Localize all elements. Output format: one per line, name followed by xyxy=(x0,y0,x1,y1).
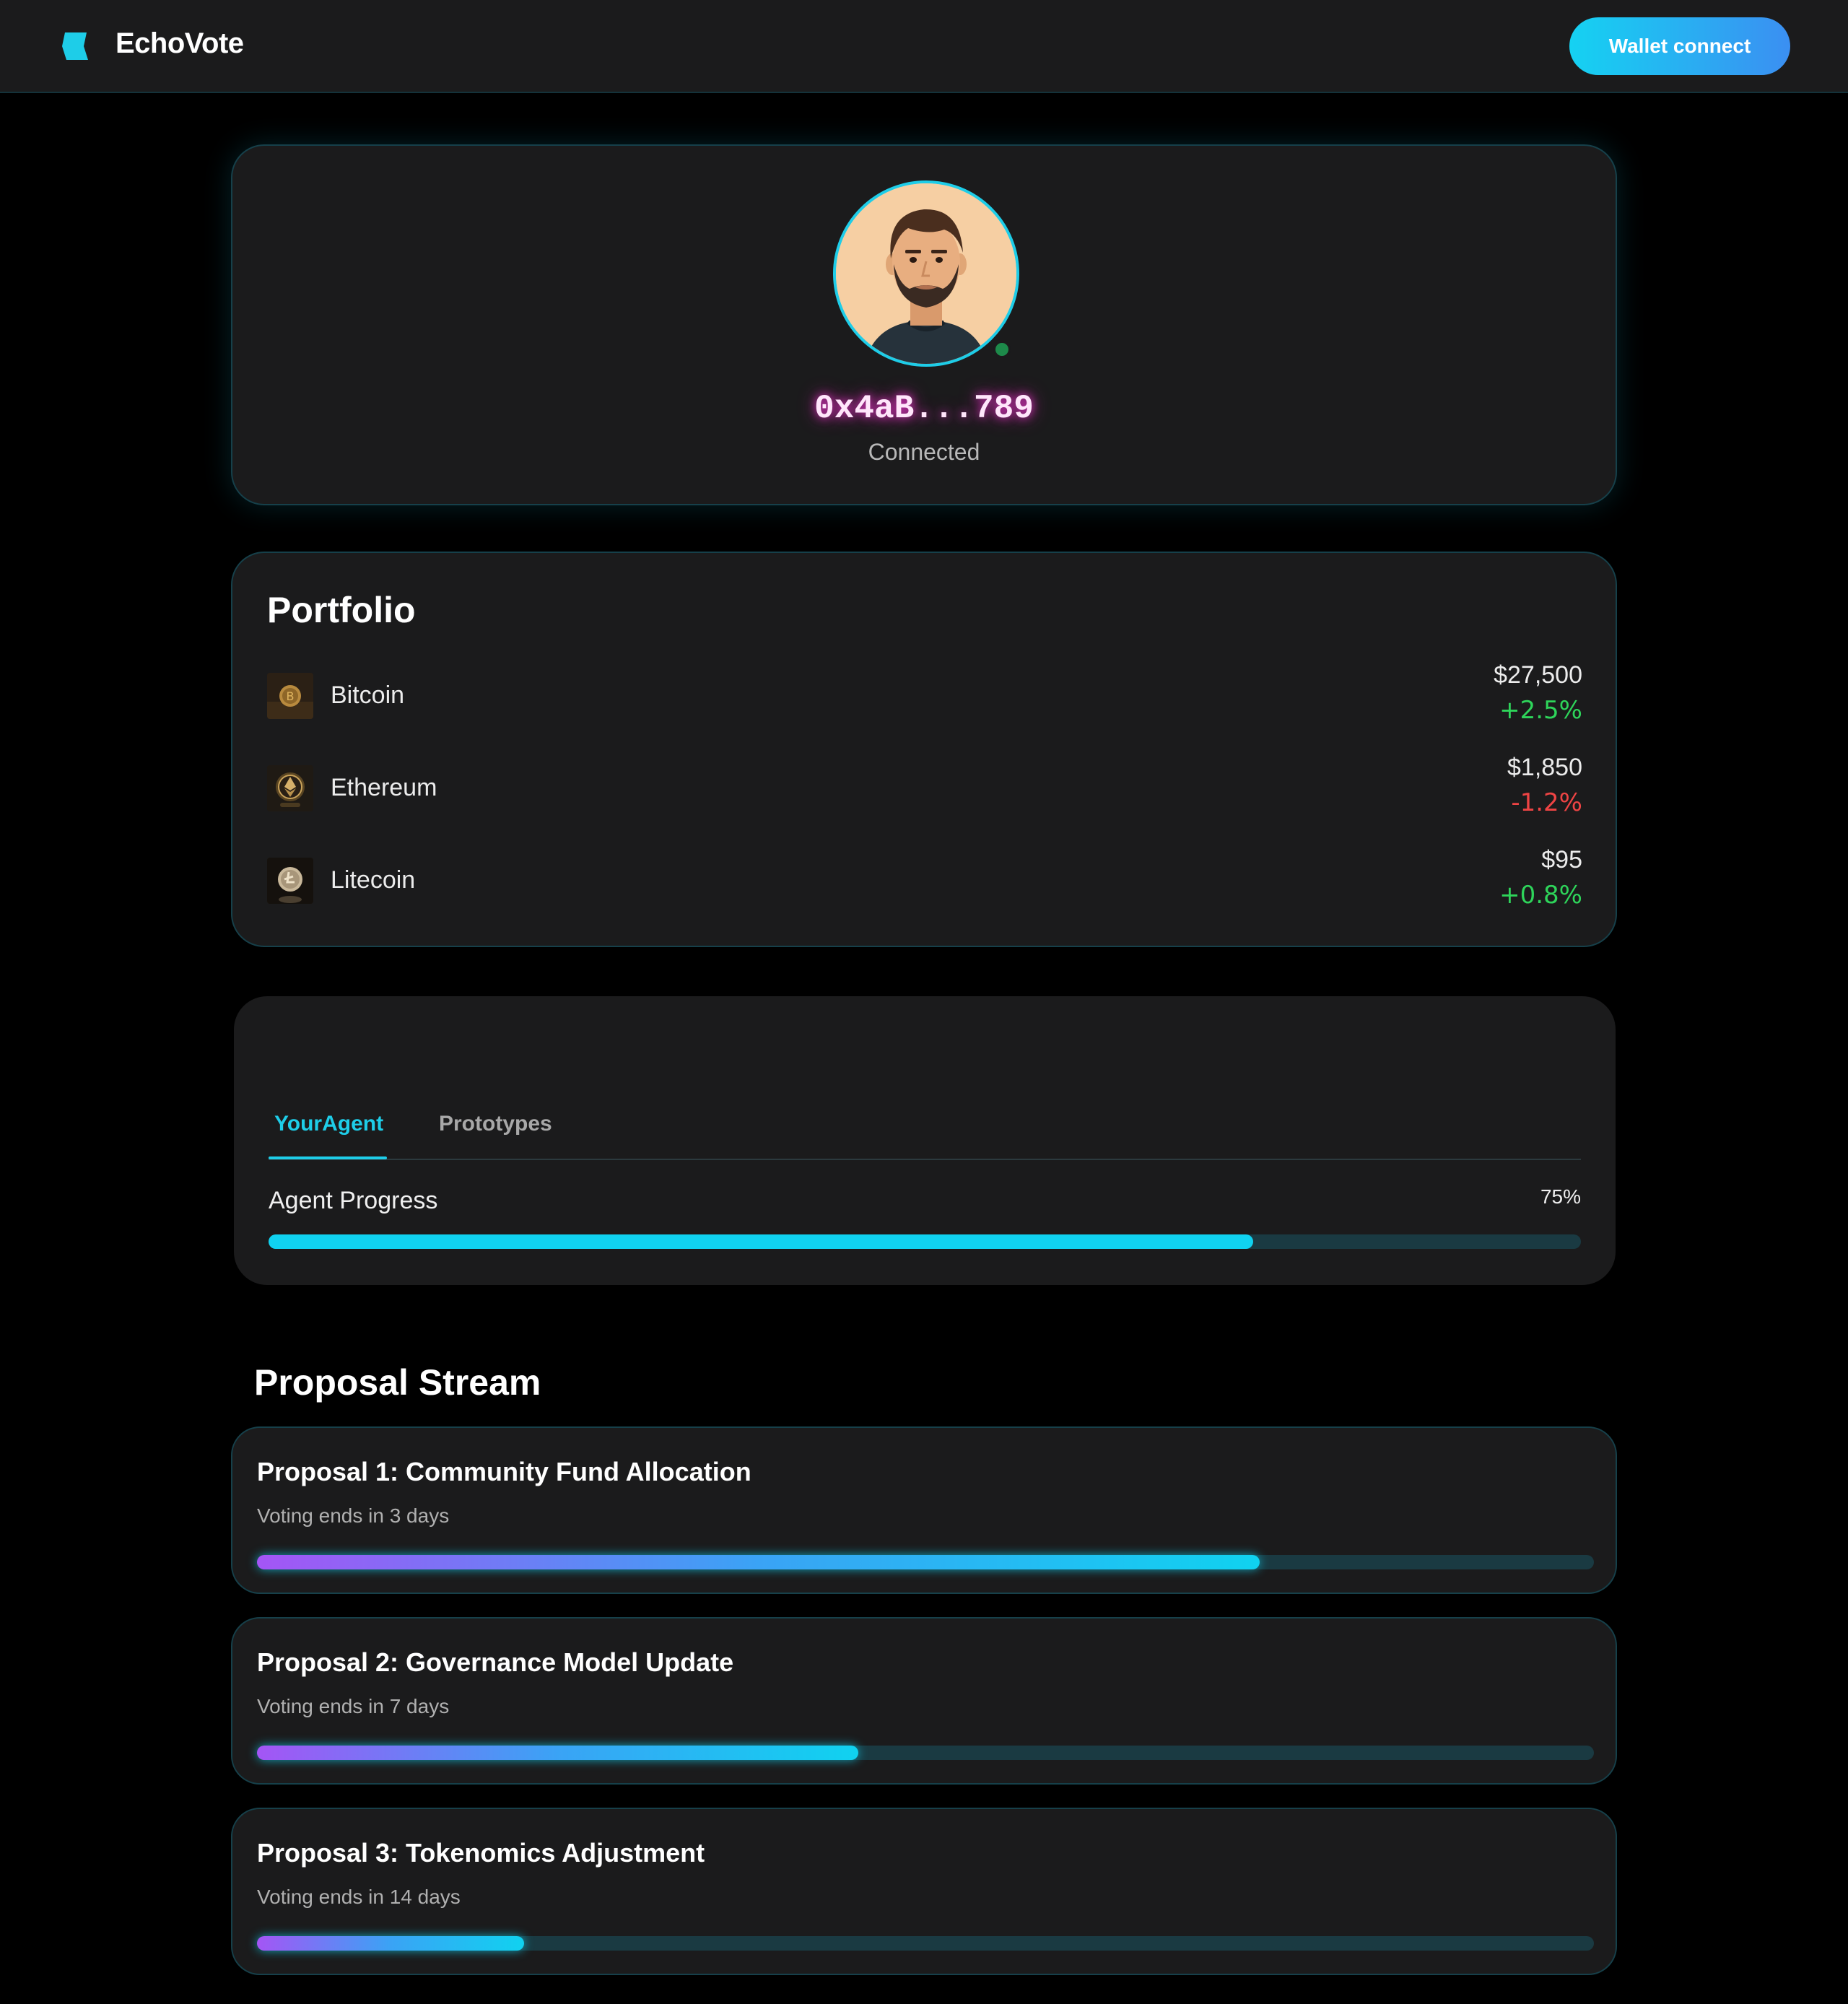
proposal-deadline: Voting ends in 3 days xyxy=(257,1504,450,1527)
proposal-deadline: Voting ends in 14 days xyxy=(257,1886,461,1908)
proposal-title: Proposal 2: Governance Model Update xyxy=(257,1647,734,1677)
proposal-progress-fill xyxy=(257,1746,859,1760)
proposal-title: Proposal 3: Tokenomics Adjustment xyxy=(257,1838,705,1868)
connection-status: Connected xyxy=(868,439,980,465)
asset-name: Ethereum xyxy=(331,774,437,801)
brand-name[interactable]: EchoVote xyxy=(116,27,244,60)
tab-your-agent[interactable]: YourAgent xyxy=(274,1112,383,1136)
proposal-progress-bar xyxy=(257,1936,1594,1951)
proposal-progress-bar xyxy=(257,1746,1594,1760)
asset-row-bitcoin[interactable]: B Bitcoin $27,500 +2.5% xyxy=(267,661,1582,731)
bitcoin-coin-icon: B xyxy=(267,673,313,719)
agent-progress-value: 75% xyxy=(1540,1185,1581,1208)
asset-change: -1.2% xyxy=(1511,788,1582,817)
proposal-card[interactable]: Proposal 2: Governance Model Update Voti… xyxy=(231,1617,1617,1785)
agent-progress-fill xyxy=(269,1234,1253,1249)
agent-progress-bar xyxy=(269,1234,1581,1249)
online-status-dot xyxy=(993,341,1011,358)
proposal-progress-fill xyxy=(257,1555,1260,1569)
asset-name: Bitcoin xyxy=(331,681,405,709)
asset-row-litecoin[interactable]: Litecoin $95 +0.8% xyxy=(267,846,1582,915)
asset-name: Litecoin xyxy=(331,866,416,894)
asset-price: $27,500 xyxy=(1494,661,1582,689)
proposal-deadline: Voting ends in 7 days xyxy=(257,1695,450,1717)
litecoin-coin-icon xyxy=(267,858,313,904)
svg-text:B: B xyxy=(287,689,295,703)
profile-card: 0x4aB...789 Connected xyxy=(231,144,1617,505)
agent-progress-label: Agent Progress xyxy=(269,1187,438,1214)
echovote-logo-icon[interactable] xyxy=(61,31,90,61)
asset-row-ethereum[interactable]: Ethereum $1,850 -1.2% xyxy=(267,754,1582,823)
ethereum-coin-icon xyxy=(267,765,313,811)
portfolio-card: Portfolio B Bitcoin $27,500 +2.5% Ethere… xyxy=(231,552,1617,947)
proposal-progress-bar xyxy=(257,1555,1594,1569)
asset-price: $1,850 xyxy=(1507,754,1582,781)
asset-change: +2.5% xyxy=(1499,696,1582,725)
top-navigation-bar: EchoVote Wallet connect xyxy=(0,0,1848,93)
proposal-title: Proposal 1: Community Fund Allocation xyxy=(257,1457,751,1486)
proposal-progress-fill xyxy=(257,1936,525,1951)
tab-divider xyxy=(269,1159,1581,1160)
avatar-container xyxy=(833,180,1019,367)
proposal-stream-title: Proposal Stream xyxy=(254,1362,541,1403)
wallet-address[interactable]: 0x4aB...789 xyxy=(232,390,1616,427)
portfolio-title: Portfolio xyxy=(267,590,416,630)
wallet-connect-button[interactable]: Wallet connect xyxy=(1569,17,1790,75)
tab-prototypes[interactable]: Prototypes xyxy=(439,1112,552,1136)
agent-card: YourAgent Prototypes Agent Progress 75% xyxy=(234,996,1616,1285)
proposal-card[interactable]: Proposal 1: Community Fund Allocation Vo… xyxy=(231,1426,1617,1594)
avatar[interactable] xyxy=(833,180,1019,367)
asset-change: +0.8% xyxy=(1499,881,1582,910)
proposal-card[interactable]: Proposal 3: Tokenomics Adjustment Voting… xyxy=(231,1808,1617,1975)
asset-price: $95 xyxy=(1541,846,1582,874)
active-tab-indicator xyxy=(269,1156,387,1159)
